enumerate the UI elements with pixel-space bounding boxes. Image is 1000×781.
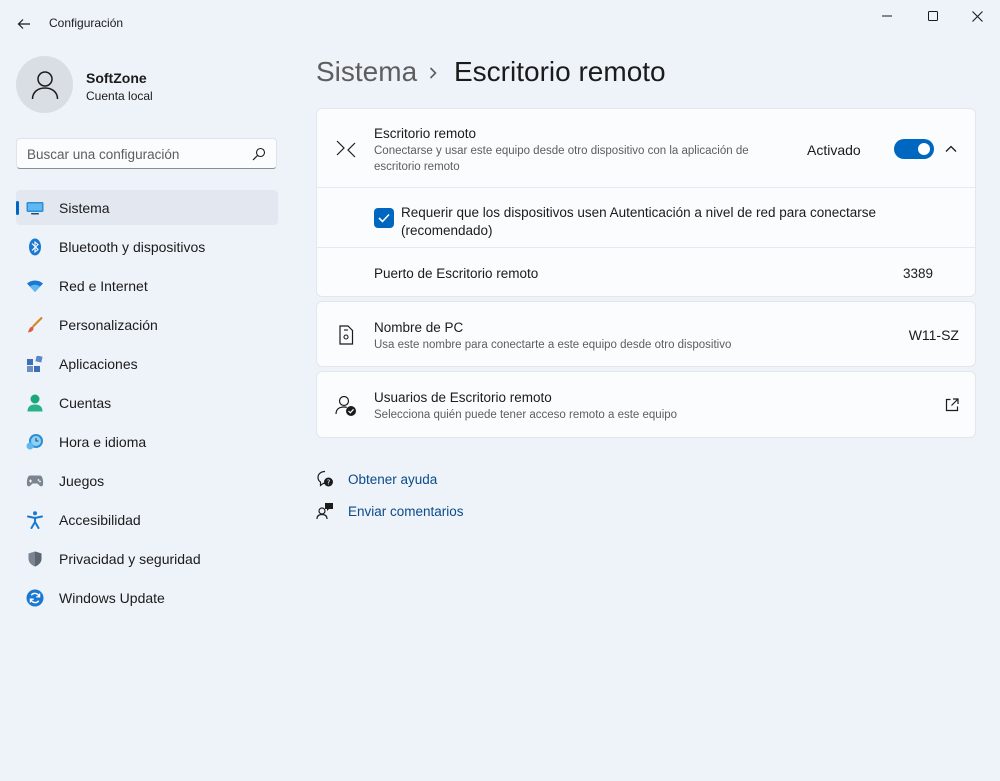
- remote-users-description: Selecciona quién puede tener acceso remo…: [374, 409, 678, 421]
- search-icon: [252, 147, 266, 161]
- sidebar-item-bluetooth[interactable]: Bluetooth y dispositivos: [16, 229, 278, 264]
- sidebar-item-label: Accesibilidad: [59, 512, 141, 528]
- nla-checkbox[interactable]: [374, 208, 394, 228]
- gamepad-icon: [26, 472, 44, 490]
- sidebar-item-accesibilidad[interactable]: Accesibilidad: [16, 502, 278, 537]
- pc-tower-icon: [335, 324, 357, 346]
- accessibility-icon: [26, 511, 44, 529]
- toggle-state-label: Activado: [807, 142, 861, 158]
- sidebar-item-aplicaciones[interactable]: Aplicaciones: [16, 346, 278, 381]
- sidebar-item-windows-update[interactable]: Windows Update: [16, 580, 278, 615]
- back-button[interactable]: [10, 10, 38, 38]
- sidebar-item-label: Cuentas: [59, 395, 112, 411]
- sidebar-item-privacidad[interactable]: Privacidad y seguridad: [16, 541, 278, 576]
- apps-icon: [26, 355, 44, 373]
- back-arrow-icon: [17, 19, 30, 29]
- search-placeholder: Buscar una configuración: [27, 147, 180, 162]
- svg-text:?: ?: [327, 479, 331, 487]
- accounts-icon: [26, 394, 44, 412]
- maximize-icon: [928, 11, 938, 21]
- pc-name-description: Usa este nombre para conectarte a este e…: [374, 339, 732, 351]
- time-language-icon: [26, 433, 44, 451]
- remote-users-title: Usuarios de Escritorio remoto: [374, 390, 552, 405]
- sidebar-item-label: Hora e idioma: [59, 434, 147, 450]
- sidebar-item-label: Bluetooth y dispositivos: [59, 239, 206, 255]
- sidebar-item-red[interactable]: Red e Internet: [16, 268, 278, 303]
- close-icon: [971, 10, 983, 22]
- title-bar: Configuración: [0, 0, 1000, 46]
- sidebar-item-label: Red e Internet: [59, 278, 148, 294]
- remote-desktop-card: Escritorio remoto Conectarse y usar este…: [316, 108, 976, 297]
- remote-desktop-toggle[interactable]: [894, 139, 934, 159]
- minimize-icon: [882, 15, 892, 17]
- user-check-icon: [335, 395, 357, 417]
- close-button[interactable]: [954, 0, 1000, 32]
- brush-icon: [26, 316, 44, 334]
- account-type: Cuenta local: [86, 89, 153, 103]
- sidebar-item-sistema[interactable]: Sistema: [16, 190, 278, 225]
- sidebar-item-cuentas[interactable]: Cuentas: [16, 385, 278, 420]
- sidebar-item-label: Windows Update: [59, 590, 165, 606]
- sidebar-item-hora-idioma[interactable]: Hora e idioma: [16, 424, 278, 459]
- chevron-right-icon: [429, 67, 437, 79]
- pc-name-title: Nombre de PC: [374, 320, 464, 335]
- get-help-label: Obtener ayuda: [348, 472, 438, 487]
- sidebar-item-label: Privacidad y seguridad: [59, 551, 201, 567]
- checkmark-icon: [378, 213, 390, 223]
- search-input[interactable]: Buscar una configuración: [16, 138, 277, 169]
- port-value: 3389: [902, 266, 933, 281]
- toggle-knob: [918, 143, 930, 155]
- shield-icon: [26, 550, 44, 568]
- avatar: [16, 56, 73, 113]
- maximize-button[interactable]: [910, 0, 956, 32]
- wifi-icon: [26, 277, 44, 295]
- nla-checkbox-label[interactable]: Requerir que los dispositivos usen Auten…: [401, 204, 921, 240]
- sidebar-item-juegos[interactable]: Juegos: [16, 463, 278, 498]
- sidebar-item-label: Sistema: [59, 200, 110, 216]
- sidebar-item-label: Aplicaciones: [59, 356, 138, 372]
- bluetooth-icon: [26, 238, 44, 256]
- send-feedback-label: Enviar comentarios: [348, 504, 464, 519]
- feedback-icon: [316, 503, 333, 520]
- page-title: Escritorio remoto: [454, 56, 666, 87]
- remote-users-card[interactable]: Usuarios de Escritorio remoto Selecciona…: [316, 371, 976, 438]
- minimize-button[interactable]: [864, 0, 910, 32]
- divider: [317, 187, 975, 188]
- port-label: Puerto de Escritorio remoto: [374, 266, 539, 281]
- sidebar-nav: Sistema Bluetooth y dispositivos Red e I…: [16, 190, 278, 619]
- profile-name: SoftZone: [86, 70, 147, 86]
- pc-name-card: Nombre de PC Usa este nombre para conect…: [316, 301, 976, 367]
- system-icon: [26, 199, 44, 217]
- app-title: Configuración: [49, 16, 124, 30]
- remote-desktop-description: Conectarse y usar este equipo desde otro…: [374, 145, 749, 173]
- sidebar-item-personalizacion[interactable]: Personalización: [16, 307, 278, 342]
- divider: [317, 247, 975, 248]
- breadcrumb-parent[interactable]: Sistema: [316, 56, 417, 88]
- external-link-icon[interactable]: [944, 397, 960, 413]
- remote-desktop-title: Escritorio remoto: [374, 126, 477, 141]
- sidebar-item-label: Juegos: [59, 473, 105, 489]
- pc-name-value: W11-SZ: [908, 327, 959, 343]
- update-icon: [26, 589, 44, 607]
- person-icon: [31, 70, 58, 99]
- sidebar-item-label: Personalización: [59, 317, 158, 333]
- help-icon: ?: [317, 470, 333, 487]
- remote-desktop-icon: [335, 138, 357, 160]
- chevron-up-icon[interactable]: [943, 141, 959, 157]
